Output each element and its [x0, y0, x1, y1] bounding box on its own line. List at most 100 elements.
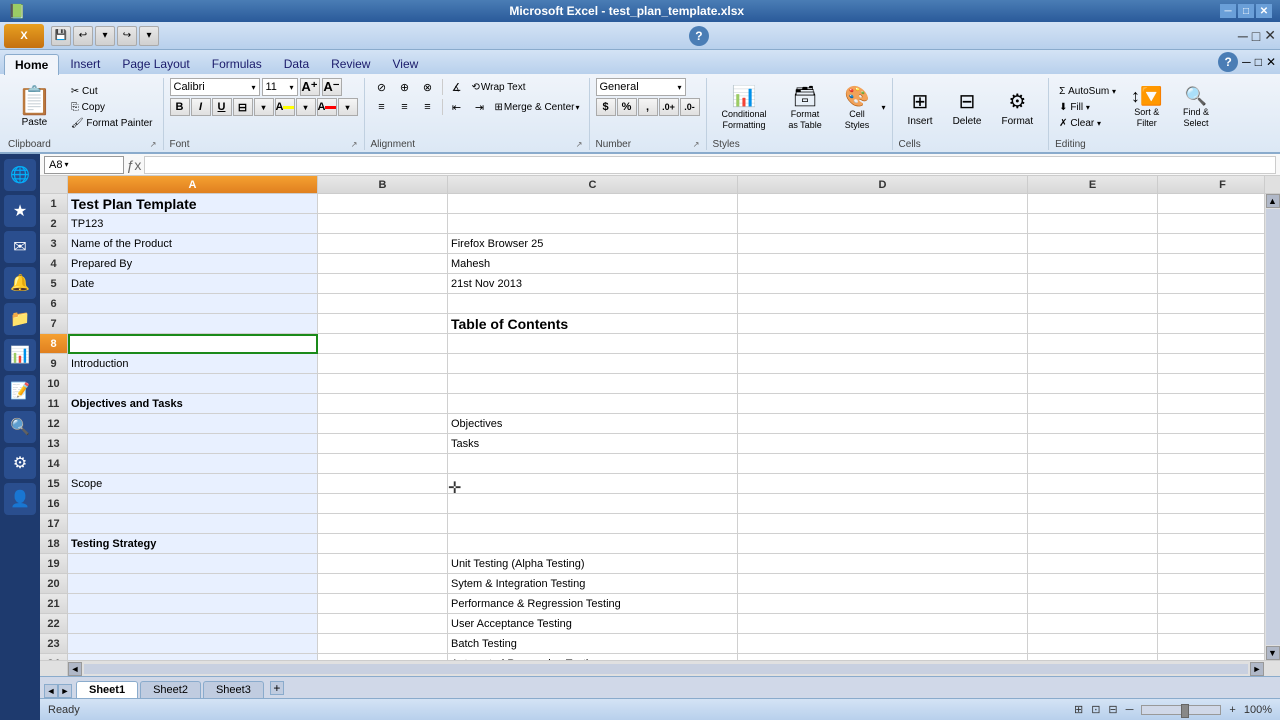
help-button[interactable]: ? — [689, 26, 709, 46]
cell-B20[interactable] — [318, 574, 448, 594]
cell-E14[interactable] — [1028, 454, 1158, 474]
cell-F12[interactable] — [1158, 414, 1264, 434]
cell-F5[interactable] — [1158, 274, 1264, 294]
sheet-scroll-right[interactable]: ► — [58, 684, 72, 698]
align-top-center[interactable]: ⊕ — [394, 78, 416, 96]
add-sheet-button[interactable]: + — [270, 681, 284, 695]
undo-button[interactable]: ↩ — [73, 26, 93, 46]
font-name-selector[interactable]: Calibri ▾ — [170, 78, 260, 96]
cell-F24[interactable] — [1158, 654, 1264, 660]
cell-E6[interactable] — [1028, 294, 1158, 314]
zoom-control-page[interactable]: ⊡ — [1091, 703, 1100, 716]
ribbon-restore[interactable]: □ — [1255, 55, 1262, 69]
tab-view[interactable]: View — [381, 53, 429, 74]
paste-button[interactable]: 📋 Paste — [8, 84, 61, 131]
row-header-18[interactable]: 18 — [40, 534, 68, 554]
cell-B1[interactable] — [318, 194, 448, 214]
cell-F7[interactable] — [1158, 314, 1264, 334]
cell-B24[interactable] — [318, 654, 448, 660]
cell-B9[interactable] — [318, 354, 448, 374]
sidebar-doc-icon[interactable]: 📝 — [4, 375, 36, 407]
tab-insert[interactable]: Insert — [59, 53, 111, 74]
cell-F10[interactable] — [1158, 374, 1264, 394]
cell-C20[interactable]: Sytem & Integration Testing — [448, 574, 738, 594]
cell-D16[interactable] — [738, 494, 1028, 514]
cell-E4[interactable] — [1028, 254, 1158, 274]
cell-C6[interactable] — [448, 294, 738, 314]
cell-B12[interactable] — [318, 414, 448, 434]
fill-button[interactable]: ⬇ Fill ▾ — [1055, 100, 1120, 115]
cell-D20[interactable] — [738, 574, 1028, 594]
cell-F1[interactable] — [1158, 194, 1264, 214]
col-header-F[interactable]: F — [1158, 176, 1264, 194]
row-header-1[interactable]: 1 — [40, 194, 68, 214]
font-color-button[interactable]: A — [317, 98, 337, 116]
format-cells-button[interactable]: ⚙ Format — [992, 86, 1042, 130]
cell-C19[interactable]: Unit Testing (Alpha Testing) — [448, 554, 738, 574]
sheet-tab-2[interactable]: Sheet2 — [140, 681, 201, 698]
cell-C9[interactable] — [448, 354, 738, 374]
close-button[interactable]: ✕ — [1256, 4, 1272, 18]
row-header-23[interactable]: 23 — [40, 634, 68, 654]
cell-D24[interactable] — [738, 654, 1028, 660]
cell-D14[interactable] — [738, 454, 1028, 474]
fill-dropdown[interactable]: ▾ — [296, 98, 316, 116]
bold-button[interactable]: B — [170, 98, 190, 116]
cell-A3[interactable]: Name of the Product — [68, 234, 318, 254]
formula-input[interactable] — [144, 156, 1276, 174]
row-header-7[interactable]: 7 — [40, 314, 68, 334]
cell-C21[interactable]: Performance & Regression Testing — [448, 594, 738, 614]
cell-E8[interactable] — [1028, 334, 1158, 354]
cell-B3[interactable] — [318, 234, 448, 254]
ribbon-minimize[interactable]: ─ — [1242, 55, 1251, 69]
cell-A10[interactable] — [68, 374, 318, 394]
horizontal-scrollbar[interactable]: ◄ ► — [68, 661, 1264, 676]
cell-E1[interactable] — [1028, 194, 1158, 214]
cell-C24[interactable]: Automated Regression Testing — [448, 654, 738, 660]
cell-E20[interactable] — [1028, 574, 1158, 594]
select-all-button[interactable] — [40, 176, 68, 194]
cell-B23[interactable] — [318, 634, 448, 654]
cell-C13[interactable]: Tasks — [448, 434, 738, 454]
row-header-21[interactable]: 21 — [40, 594, 68, 614]
font-shrink-button[interactable]: A⁻ — [322, 78, 342, 96]
sidebar-star-icon[interactable]: ★ — [4, 195, 36, 227]
cell-A20[interactable] — [68, 574, 318, 594]
cell-F16[interactable] — [1158, 494, 1264, 514]
window-controls[interactable]: ─ □ ✕ — [1220, 4, 1272, 18]
cell-E24[interactable] — [1028, 654, 1158, 660]
cell-B4[interactable] — [318, 254, 448, 274]
cell-D22[interactable] — [738, 614, 1028, 634]
tab-formulas[interactable]: Formulas — [201, 53, 273, 74]
row-header-20[interactable]: 20 — [40, 574, 68, 594]
cell-B5[interactable] — [318, 274, 448, 294]
cell-D11[interactable] — [738, 394, 1028, 414]
cell-D19[interactable] — [738, 554, 1028, 574]
row-header-12[interactable]: 12 — [40, 414, 68, 434]
font-grow-button[interactable]: A⁺ — [300, 78, 320, 96]
underline-button[interactable]: U — [212, 98, 232, 116]
cell-C11[interactable] — [448, 394, 738, 414]
cell-C23[interactable]: Batch Testing — [448, 634, 738, 654]
font-size-selector[interactable]: 11 ▾ — [262, 78, 298, 96]
cell-E22[interactable] — [1028, 614, 1158, 634]
cell-F14[interactable] — [1158, 454, 1264, 474]
merge-dropdown[interactable]: ▾ — [575, 103, 579, 112]
clear-button[interactable]: ✗ Clear ▾ — [1055, 116, 1120, 131]
cell-F21[interactable] — [1158, 594, 1264, 614]
row-header-11[interactable]: 11 — [40, 394, 68, 414]
cell-D6[interactable] — [738, 294, 1028, 314]
cell-C15[interactable] — [448, 474, 738, 494]
cell-E9[interactable] — [1028, 354, 1158, 374]
cell-A16[interactable] — [68, 494, 318, 514]
cell-E3[interactable] — [1028, 234, 1158, 254]
cell-E23[interactable] — [1028, 634, 1158, 654]
scroll-right-button[interactable]: ► — [1250, 662, 1264, 676]
cell-D21[interactable] — [738, 594, 1028, 614]
text-angle-button[interactable]: ∡ — [446, 78, 468, 96]
cell-B11[interactable] — [318, 394, 448, 414]
row-header-8[interactable]: 8 — [40, 334, 68, 354]
cell-E13[interactable] — [1028, 434, 1158, 454]
row-header-13[interactable]: 13 — [40, 434, 68, 454]
alignment-expand[interactable]: ↗ — [576, 140, 583, 149]
